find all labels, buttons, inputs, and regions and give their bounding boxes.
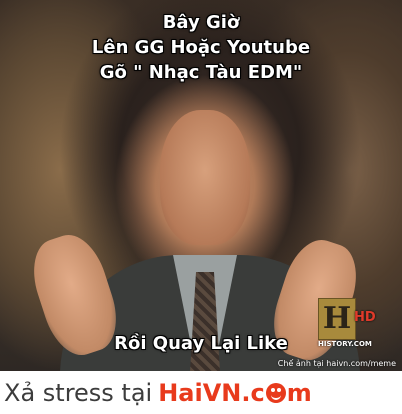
history-site-label: HISTORY.COM xyxy=(318,340,372,348)
history-logo-letter: H xyxy=(318,298,356,340)
meme-image: Bây Giờ Lên GG Hoặc Youtube Gõ " Nhạc Tà… xyxy=(0,0,402,371)
brand-link[interactable]: HaiVN.c m xyxy=(158,379,312,407)
footer-banner: Xả stress tại HaiVN.c m xyxy=(0,371,402,414)
hd-label: HD xyxy=(354,310,376,325)
top-caption: Bây Giờ Lên GG Hoặc Youtube Gõ " Nhạc Tà… xyxy=(0,10,402,85)
history-hd-logo: H HD HISTORY.COM xyxy=(318,298,382,350)
top-caption-line-1: Bây Giờ xyxy=(162,12,240,33)
top-caption-line-3: Gõ " Nhạc Tàu EDM" xyxy=(99,62,303,83)
footer-prefix: Xả stress tại xyxy=(4,378,153,407)
meme-credit: Chế ảnh tại haivn.com/meme xyxy=(277,359,396,368)
smiley-icon xyxy=(265,382,286,403)
face-shape xyxy=(160,110,250,245)
brand-text-part1: HaiVN.c xyxy=(158,378,265,407)
brand-text-part2: m xyxy=(286,378,312,407)
top-caption-line-2: Lên GG Hoặc Youtube xyxy=(91,37,311,58)
